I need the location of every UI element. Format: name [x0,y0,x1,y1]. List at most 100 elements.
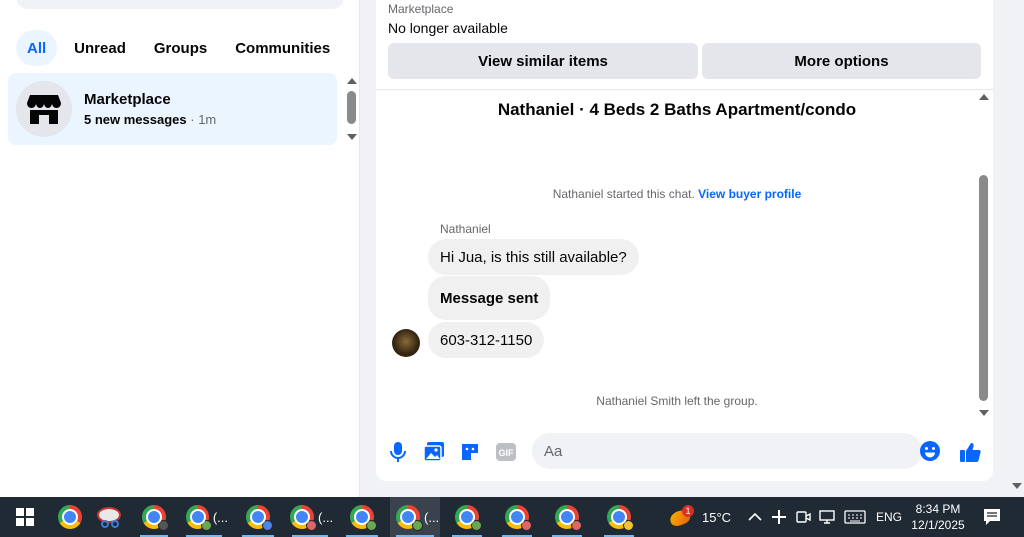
chrome-icon [505,505,532,531]
chat-started-info: Nathaniel started this chat. View buyer … [376,187,978,201]
weather-widget[interactable]: 1 15°C [668,497,738,537]
clock-time: 8:34 PM [915,502,961,516]
chrome-icon [186,505,212,531]
profile-badge-icon [262,520,273,531]
taskbar-snipping-tool[interactable] [92,497,128,537]
listing-label: Marketplace [388,2,454,16]
conversation-item-marketplace[interactable]: Marketplace 5 new messages · 1m [8,73,337,145]
filter-all[interactable]: All [16,30,58,66]
marketplace-store-icon [16,81,72,137]
profile-badge-icon [571,520,582,531]
profile-badge-icon [623,520,634,531]
notifications-button[interactable] [980,497,1004,537]
message-input[interactable] [532,433,922,469]
thumbs-up-icon[interactable] [958,440,982,464]
taskbar-chrome-window[interactable] [446,497,488,537]
message-bubble: Message sent [428,276,551,320]
chrome-icon [246,505,273,531]
chrome-icon [290,505,317,531]
chrome-icon [350,505,377,531]
scroll-up-arrow-icon[interactable] [979,94,989,100]
taskbar-chrome-window[interactable] [340,497,384,537]
scrollbar-thumb[interactable] [979,175,988,401]
filter-chips: All Unread Groups Communities [16,30,341,66]
scroll-down-arrow-icon[interactable] [347,134,357,140]
taskbar-chrome-window[interactable] [546,497,588,537]
taskbar-chrome-window[interactable]: (... [180,497,228,537]
sticker-icon[interactable] [458,440,482,464]
weather-badge: 1 [682,505,694,517]
taskbar-chrome-window[interactable] [598,497,640,537]
weather-icon: 1 [668,505,694,529]
profile-badge-icon [412,520,423,531]
window-title: (... [212,509,228,525]
profile-badge-icon [306,520,317,531]
divider [376,89,993,90]
windows-taskbar: (... (... (... 1 15°C ENG 8:34 PM 12/1/2… [0,497,1024,537]
chevron-up-icon [748,512,762,521]
chat-scrollbar[interactable] [978,92,990,418]
touch-keyboard-button[interactable] [842,497,868,537]
conversation-list-panel: All Unread Groups Communities Marketplac… [0,0,360,497]
chrome-icon [607,505,634,531]
listing-actions: View similar items More options [388,43,981,79]
taskbar-chrome-window-active[interactable]: (... [390,497,440,537]
more-options-button[interactable]: More options [702,43,981,79]
scroll-down-arrow-icon[interactable] [979,410,989,416]
keyboard-icon [844,510,866,524]
page-scroll-down-arrow-icon[interactable] [1012,483,1022,489]
tray-meet-button[interactable] [794,497,812,537]
left-group-notice: Nathaniel Smith left the group. [596,394,758,408]
filter-groups[interactable]: Groups [143,30,218,66]
scrollbar-thumb[interactable] [347,91,356,124]
sidebar-scrollbar[interactable] [346,76,358,142]
taskbar-chrome-window[interactable] [236,497,280,537]
profile-badge-icon [366,520,377,531]
svg-text:GIF: GIF [499,448,515,458]
clock-date: 12/1/2025 [911,518,965,532]
show-hidden-icons-button[interactable] [746,497,764,537]
conversation-preview: 5 new messages · 1m [84,112,216,127]
chrome-icon [142,505,169,531]
microphone-icon[interactable] [386,440,410,464]
input-language[interactable]: ENG [876,510,902,524]
chat-started-text: Nathaniel started this chat. [552,187,695,201]
taskbar-chrome-window[interactable] [496,497,538,537]
taskbar-chrome-profile[interactable] [134,497,174,537]
filter-unread[interactable]: Unread [63,30,137,66]
camera-icon [796,511,811,523]
chrome-icon [396,505,423,531]
profile-badge-icon [471,520,482,531]
notification-icon [984,509,1000,525]
avatar[interactable] [392,329,420,357]
chrome-icon [455,505,482,531]
tray-display-button[interactable] [818,497,836,537]
start-button[interactable] [6,497,44,537]
view-buyer-profile-link[interactable]: View buyer profile [698,187,801,201]
windows-logo-icon [16,508,34,526]
profile-badge-icon [158,520,169,531]
sender-name: Nathaniel [440,222,491,236]
snipping-tool-icon [97,507,121,528]
photo-icon[interactable] [422,440,446,464]
gif-icon[interactable]: GIF [494,440,518,464]
view-similar-items-button[interactable]: View similar items [388,43,698,79]
search-input[interactable] [16,0,344,9]
chat-panel: Marketplace No longer available View sim… [376,0,993,481]
temperature: 15°C [702,510,732,525]
tray-add-button[interactable] [770,497,788,537]
conversation-time: · 1m [190,112,217,127]
scroll-up-arrow-icon[interactable] [347,78,357,84]
listing-status: No longer available [388,20,508,36]
listing-header: Marketplace No longer available [388,2,508,36]
chrome-icon [58,505,82,529]
window-title: (... [424,509,440,525]
emoji-icon[interactable] [919,440,941,462]
taskbar-chrome-window[interactable]: (... [286,497,334,537]
profile-badge-icon [521,520,532,531]
filter-communities[interactable]: Communities [224,30,341,66]
monitor-icon [819,510,835,524]
taskbar-chrome[interactable] [52,497,88,537]
message-bubble: 603-312-1150 [428,322,545,358]
clock[interactable]: 8:34 PM 12/1/2025 [908,497,968,537]
